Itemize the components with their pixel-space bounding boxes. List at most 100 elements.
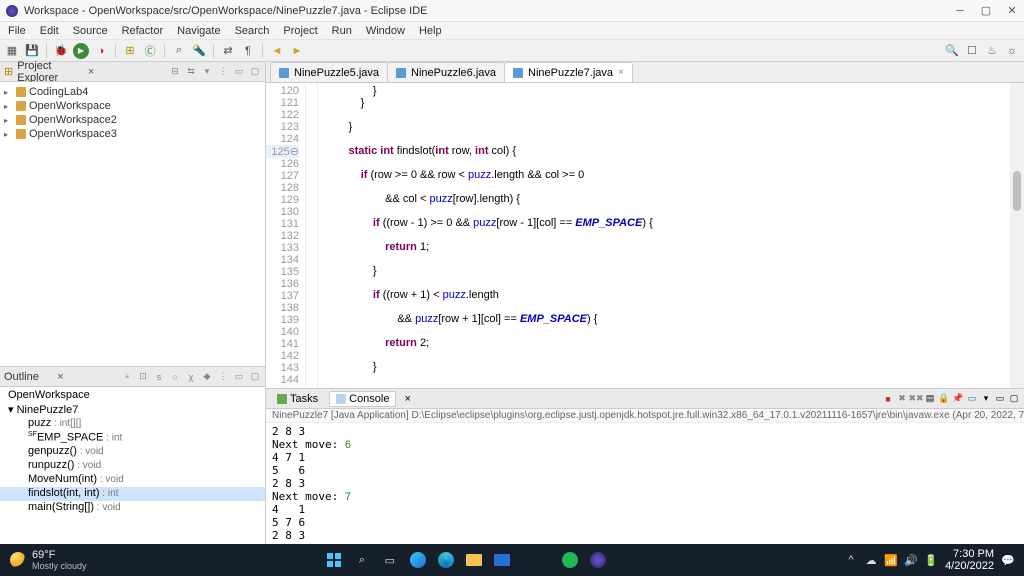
outline-class[interactable]: ▾ NinePuzzle7 bbox=[0, 403, 265, 417]
open-console-icon[interactable]: ▾ bbox=[980, 393, 992, 405]
tab-close-icon[interactable]: × bbox=[618, 67, 624, 78]
menu-navigate[interactable]: Navigate bbox=[171, 24, 226, 38]
project-node[interactable]: ▸OpenWorkspace3 bbox=[0, 127, 265, 141]
wifi-icon[interactable]: 📶 bbox=[885, 554, 897, 566]
code-editor[interactable]: 120121122123124125⊖126127128129130131132… bbox=[266, 83, 1024, 388]
outline-menu-icon[interactable]: ⋮ bbox=[217, 371, 229, 383]
filter-icon[interactable]: ▾ bbox=[201, 66, 213, 78]
project-node[interactable]: ▸OpenWorkspace2 bbox=[0, 113, 265, 127]
console-min-icon[interactable]: ▭ bbox=[994, 393, 1006, 405]
menu-search[interactable]: Search bbox=[229, 24, 276, 38]
volume-icon[interactable]: 🔊 bbox=[905, 554, 917, 566]
start-icon[interactable] bbox=[323, 549, 345, 571]
outline-member[interactable]: main(String[]) : void bbox=[0, 501, 265, 515]
maximize-button[interactable]: ▢ bbox=[980, 5, 992, 17]
quick-access-icon[interactable]: 🔍 bbox=[944, 43, 960, 59]
mail-icon[interactable] bbox=[491, 549, 513, 571]
outline-member[interactable]: SFEMP_SPACE : int bbox=[0, 431, 265, 445]
spotify-icon[interactable] bbox=[559, 549, 581, 571]
outline-member[interactable]: runpuzz() : void bbox=[0, 459, 265, 473]
menu-project[interactable]: Project bbox=[277, 24, 323, 38]
code-area[interactable]: } } } static int findslot(int row, int c… bbox=[318, 83, 1010, 388]
hide-static-icon[interactable]: s bbox=[153, 371, 165, 383]
clear-console-icon[interactable]: ▤ bbox=[924, 393, 936, 405]
save-icon[interactable]: 💾 bbox=[24, 43, 40, 59]
menu-run[interactable]: Run bbox=[326, 24, 358, 38]
link-editor-icon[interactable]: ⇆ bbox=[185, 66, 197, 78]
console-close-icon[interactable]: × bbox=[404, 393, 410, 405]
menu-file[interactable]: File bbox=[2, 24, 32, 38]
new-class-icon[interactable]: Ⓒ bbox=[142, 43, 158, 59]
weather-widget[interactable]: 69°F Mostly cloudy bbox=[10, 549, 87, 571]
menu-refactor[interactable]: Refactor bbox=[116, 24, 170, 38]
editor-tab[interactable]: NinePuzzle6.java bbox=[387, 62, 505, 82]
forward-icon[interactable]: ► bbox=[289, 43, 305, 59]
outline-member[interactable]: MoveNum(int) : void bbox=[0, 473, 265, 487]
menu-window[interactable]: Window bbox=[360, 24, 411, 38]
debug-icon[interactable]: 🐞 bbox=[53, 43, 69, 59]
project-node[interactable]: ▸CodingLab4 bbox=[0, 85, 265, 99]
view-menu-icon[interactable]: ⋮ bbox=[217, 66, 229, 78]
fold-column[interactable] bbox=[306, 83, 318, 388]
coverage-icon[interactable]: ◑ bbox=[93, 43, 109, 59]
project-node[interactable]: ▸OpenWorkspace bbox=[0, 99, 265, 113]
notifications-icon[interactable]: 💬 bbox=[1002, 554, 1014, 566]
outline-close-icon[interactable]: × bbox=[57, 371, 63, 383]
editor-scrollbar[interactable] bbox=[1010, 83, 1024, 388]
new-package-icon[interactable]: ⊞ bbox=[122, 43, 138, 59]
debug-perspective-icon[interactable]: ☼ bbox=[1004, 43, 1020, 59]
sort-icon[interactable]: ᵃ bbox=[121, 371, 133, 383]
editor-tab[interactable]: NinePuzzle5.java bbox=[270, 62, 388, 82]
console-max-icon[interactable]: ▢ bbox=[1008, 393, 1020, 405]
taskview-icon[interactable]: ▭ bbox=[379, 549, 401, 571]
bottom-tab-console[interactable]: Console bbox=[329, 391, 396, 407]
terminate-icon[interactable]: ■ bbox=[882, 393, 894, 405]
toggle-breadcrumb-icon[interactable]: ⇄ bbox=[220, 43, 236, 59]
tray-expand-icon[interactable]: ^ bbox=[845, 554, 857, 566]
search-icon[interactable]: 🔦 bbox=[191, 43, 207, 59]
project-explorer-tree[interactable]: ▸CodingLab4▸OpenWorkspace▸OpenWorkspace2… bbox=[0, 82, 265, 366]
focus-icon[interactable]: ◆ bbox=[201, 371, 213, 383]
menu-edit[interactable]: Edit bbox=[34, 24, 65, 38]
outline-max-icon[interactable]: ▢ bbox=[249, 371, 261, 383]
chat-icon[interactable] bbox=[407, 549, 429, 571]
hide-nonpublic-icon[interactable]: ○ bbox=[169, 371, 181, 383]
hide-fields-icon[interactable]: ⊡ bbox=[137, 371, 149, 383]
close-button[interactable]: ✕ bbox=[1006, 5, 1018, 17]
minimize-view-icon[interactable]: ▭ bbox=[233, 66, 245, 78]
project-explorer-close-icon[interactable]: × bbox=[88, 66, 94, 78]
new-icon[interactable]: ▦ bbox=[4, 43, 20, 59]
outline-tree[interactable]: OpenWorkspace▾ NinePuzzle7 puzz : int[][… bbox=[0, 387, 265, 544]
console-output[interactable]: 2 8 3 Next move: 6 4 7 1 5 6 2 8 3 Next … bbox=[266, 423, 1024, 544]
edge-icon[interactable] bbox=[435, 549, 457, 571]
minimize-button[interactable]: ─ bbox=[954, 5, 966, 17]
clock-time[interactable]: 7:30 PM bbox=[945, 548, 994, 560]
open-type-icon[interactable]: ⌕ bbox=[171, 43, 187, 59]
run-icon[interactable]: ▶ bbox=[73, 43, 89, 59]
back-icon[interactable]: ◄ bbox=[269, 43, 285, 59]
pin-console-icon[interactable]: 📌 bbox=[952, 393, 964, 405]
collapse-all-icon[interactable]: ⊟ bbox=[169, 66, 181, 78]
remove-launch-icon[interactable]: ✖ bbox=[896, 393, 908, 405]
editor-tab[interactable]: NinePuzzle7.java× bbox=[504, 62, 633, 82]
explorer-icon[interactable] bbox=[463, 549, 485, 571]
java-perspective-icon[interactable]: ♨ bbox=[984, 43, 1000, 59]
outline-member[interactable]: findslot(int, int) : int bbox=[0, 487, 265, 501]
outline-package[interactable]: OpenWorkspace bbox=[0, 389, 265, 403]
outline-member[interactable]: genpuzz() : void bbox=[0, 445, 265, 459]
menu-help[interactable]: Help bbox=[413, 24, 448, 38]
display-console-icon[interactable]: ▭ bbox=[966, 393, 978, 405]
hide-local-icon[interactable]: χ bbox=[185, 371, 197, 383]
eclipse-taskbar-icon[interactable] bbox=[587, 549, 609, 571]
scroll-lock-icon[interactable]: 🔒 bbox=[938, 393, 950, 405]
open-perspective-icon[interactable]: ☐ bbox=[964, 43, 980, 59]
search-taskbar-icon[interactable]: ⌕ bbox=[351, 549, 373, 571]
mark-occurrences-icon[interactable]: ¶ bbox=[240, 43, 256, 59]
outline-min-icon[interactable]: ▭ bbox=[233, 371, 245, 383]
remove-all-icon[interactable]: ✖✖ bbox=[910, 393, 922, 405]
clock-date[interactable]: 4/20/2022 bbox=[945, 560, 994, 572]
onedrive-icon[interactable]: ☁ bbox=[865, 554, 877, 566]
maximize-view-icon[interactable]: ▢ bbox=[249, 66, 261, 78]
outline-member[interactable]: puzz : int[][] bbox=[0, 417, 265, 431]
bottom-tab-tasks[interactable]: Tasks bbox=[270, 391, 325, 407]
